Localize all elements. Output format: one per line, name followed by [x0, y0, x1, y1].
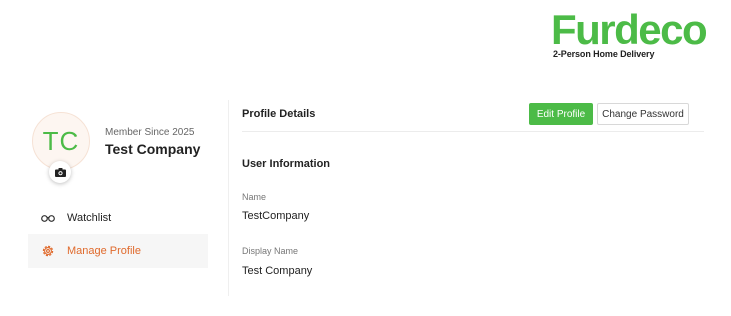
- change-password-button[interactable]: Change Password: [597, 103, 689, 125]
- page-title: Profile Details: [242, 108, 316, 120]
- section-title: User Information: [242, 158, 331, 170]
- gear-icon: [40, 243, 56, 259]
- edit-profile-button[interactable]: Edit Profile: [529, 103, 593, 125]
- sidebar-item-label: Watchlist: [67, 212, 112, 224]
- brand-logo[interactable]: Furdeco 2-Person Home Delivery: [551, 6, 708, 60]
- camera-icon: [54, 167, 66, 177]
- sidebar-item-manage-profile[interactable]: Manage Profile: [28, 234, 208, 268]
- name-label: Name: [242, 192, 267, 202]
- avatar-initials: TC: [42, 125, 80, 156]
- display-name-value: Test Company: [242, 265, 313, 277]
- brand-name: Furdeco: [551, 6, 708, 53]
- name-value: TestCompany: [242, 210, 310, 222]
- member-since-text: Member Since 2025: [105, 127, 195, 138]
- vertical-divider: [228, 100, 229, 296]
- details-header: Profile Details Edit Profile Change Pass…: [242, 100, 704, 132]
- sidebar-item-watchlist[interactable]: Watchlist: [28, 201, 208, 235]
- change-photo-button[interactable]: [49, 161, 71, 183]
- sidebar-item-label: Manage Profile: [67, 245, 141, 257]
- glasses-icon: [40, 210, 56, 226]
- company-name: Test Company: [105, 141, 201, 157]
- display-name-label: Display Name: [242, 246, 299, 256]
